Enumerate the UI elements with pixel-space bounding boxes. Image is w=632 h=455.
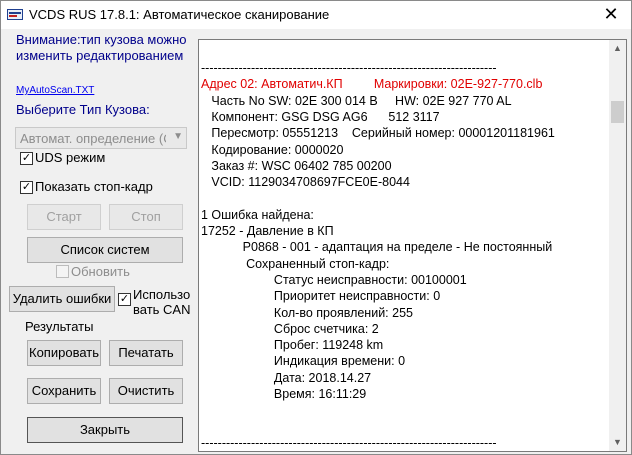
scan-report-panel[interactable]: ----------------------------------------… [198,39,627,452]
report-line: Пересмотр: 05551213 Серийный номер: 0000… [201,126,555,140]
report-line: Сброс счетчика: 2 [201,322,379,336]
print-button[interactable]: Печатать [109,340,183,366]
report-line: Статус неисправности: 00100001 [201,273,467,287]
report-line: VCID: 1129034708697FCE0E-8044 [201,175,410,189]
report-line: Сохраненный стоп-кадр: [201,257,390,271]
clear-button[interactable]: Очистить [109,378,183,404]
report-line: Часть No SW: 02E 300 014 B HW: 02E 927 7… [201,94,512,108]
show-freeze-frame-label: Показать стоп-кадр [35,179,153,194]
vcds-app-icon [7,9,23,20]
use-can-label-line2: вать CAN [133,302,191,317]
report-line: Адрес 02: Автоматич.КП Маркировки: 02E-9… [201,77,543,91]
body-type-select[interactable]: Автомат. определение (С ▼ [15,127,187,149]
clear-errors-button[interactable]: Удалить ошибки [9,286,115,312]
report-line: Приоритет неисправности: 0 [201,289,441,303]
body-type-label: Выберите Тип Кузова: [16,102,150,117]
start-button[interactable]: Старт [27,204,101,230]
report-line: Индикация времени: 0 [201,354,406,368]
stop-button[interactable]: Стоп [109,204,183,230]
report-line: Дата: 2018.14.27 [201,371,372,385]
vertical-scrollbar[interactable]: ▲ ▼ [609,40,626,451]
body-type-warning: Внимание:тип кузова можно изменить редак… [16,32,187,63]
report-line: Кол-во проявлений: 255 [201,306,413,320]
scan-report-text: ----------------------------------------… [201,40,607,451]
scroll-up-icon[interactable]: ▲ [609,40,626,57]
report-line: Заказ #: WSC 06402 785 00200 [201,159,392,173]
scrollbar-thumb[interactable] [611,101,624,123]
use-can-label-line1: Использо [133,287,191,302]
report-line: 17252 - Давление в КП [201,224,334,238]
refresh-checkbox[interactable] [56,265,69,278]
title-bar: VCDS RUS 17.8.1: Автоматическое сканиров… [1,1,631,29]
report-line: Компонент: GSG DSG AG6 512 3117 [201,110,440,124]
show-freeze-frame-checkbox[interactable]: ✓ [20,181,33,194]
results-label: Результаты [25,319,94,334]
close-button[interactable]: Закрыть [27,417,183,443]
copy-button[interactable]: Копировать [27,340,101,366]
uds-mode-label: UDS режим [35,150,106,165]
report-line: ----------------------------------------… [201,61,497,75]
close-window-icon[interactable]: ✕ [599,3,623,25]
body-type-select-value: Автомат. определение (С [20,131,166,146]
report-line: 1 Ошибка найдена: [201,208,314,222]
report-line: Время: 16:11:29 [201,387,367,401]
chevron-down-icon: ▼ [173,131,183,142]
window-title: VCDS RUS 17.8.1: Автоматическое сканиров… [29,7,330,22]
myautoscan-link[interactable]: MyAutoScan.TXT [16,85,94,96]
report-line: P0868 - 001 - адаптация на пределе - Не … [201,240,553,254]
scroll-down-icon[interactable]: ▼ [609,434,626,451]
uds-mode-checkbox[interactable]: ✓ [20,152,33,165]
refresh-label: Обновить [71,264,130,279]
report-line: ----------------------------------------… [201,436,497,450]
save-button[interactable]: Сохранить [27,378,101,404]
use-can-checkbox[interactable]: ✓ [118,293,131,306]
vcds-autoscan-window: VCDS RUS 17.8.1: Автоматическое сканиров… [0,0,632,455]
system-list-button[interactable]: Список систем [27,237,183,263]
report-line: Пробег: 119248 km [201,338,384,352]
report-line: Кодирование: 0000020 [201,143,344,157]
